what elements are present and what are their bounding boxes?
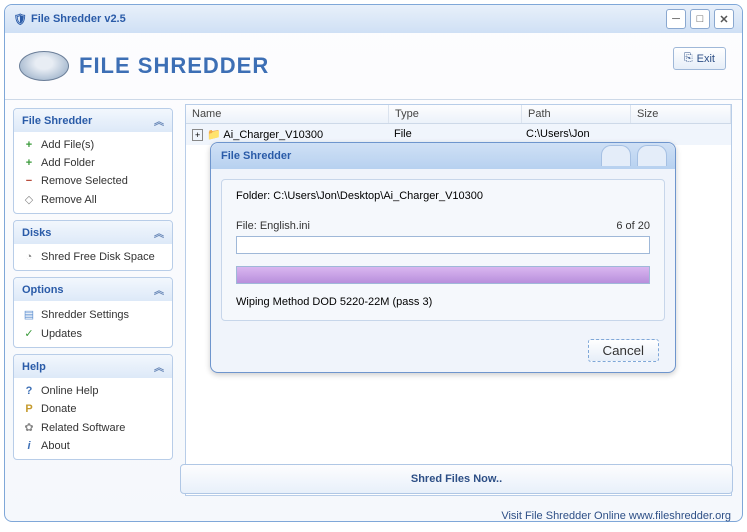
folder-label: Folder: C:\Users\Jon\Desktop\Ai_Charger_… [236,190,650,202]
donate-icon: P [22,403,36,415]
info-icon: i [22,440,36,452]
cell-size [628,126,731,143]
sidebar-item-remove-selected[interactable]: −Remove Selected [20,172,166,190]
progress-dialog: File Shredder Folder: C:\Users\Jon\Deskt… [210,142,676,373]
exit-icon: ⎘ [684,52,693,65]
cell-type: File [388,126,520,143]
check-icon: ✓ [22,327,36,340]
sidebar-item-remove-all[interactable]: ◇ Remove All [20,190,166,209]
logo-icon [19,51,69,81]
chevron-up-icon: ︽ [154,225,164,240]
maximize-button[interactable]: □ [690,9,710,29]
panel-title: Disks [22,227,51,239]
sidebar-item-donate[interactable]: P Donate [20,400,166,418]
eraser-icon: ◇ [22,193,36,206]
item-label: Remove All [41,194,97,206]
sidebar-item-shredder-settings[interactable]: ▤ Shredder Settings [20,305,166,324]
dialog-tab[interactable] [601,145,631,166]
file-label: File: English.ini [236,220,310,232]
sidebar-item-updates[interactable]: ✓ Updates [20,324,166,343]
panel-header[interactable]: Disks ︽ [14,221,172,244]
item-label: Online Help [41,385,98,397]
page-icon: ▤ [22,308,36,321]
sidebar-item-add-files[interactable]: + Add File(s) [20,136,166,154]
list-header: Name Type Path Size [186,105,731,124]
item-label: Add File(s) [41,139,94,151]
folder-icon: 📁 [207,129,221,141]
cell-name: + 📁 Ai_Charger_V10300 [186,126,388,143]
cell-path: C:\Users\Jon [520,126,628,143]
chevron-up-icon: ︽ [154,113,164,128]
dialog-body: Folder: C:\Users\Jon\Desktop\Ai_Charger_… [221,179,665,321]
help-icon: ? [22,385,36,397]
panel-header[interactable]: Options ︽ [14,278,172,301]
titlebar: 🛡 File Shredder v2.5 ─ □ ✕ [5,5,742,33]
chevron-up-icon: ︽ [154,282,164,297]
sidebar-item-add-folder[interactable]: + Add Folder [20,154,166,172]
file-count: 6 of 20 [616,220,650,232]
panel-header[interactable]: Help ︽ [14,355,172,378]
item-label: Shred Free Disk Space [41,251,155,263]
sidebar-item-about[interactable]: i About [20,437,166,455]
chevron-up-icon: ︽ [154,359,164,374]
sidebar-item-shred-free-space[interactable]: ◔ Shred Free Disk Space [20,248,166,266]
dialog-title: File Shredder [221,150,291,162]
panel-header[interactable]: File Shredder ︽ [14,109,172,132]
row-name: Ai_Charger_V10300 [223,129,323,141]
dialog-titlebar: File Shredder [211,143,675,169]
plus-icon: + [22,139,36,151]
panel-help: Help ︽ ? Online Help P Donate ✿ Related Sof… [13,354,173,460]
plus-icon: + [22,157,36,169]
item-label: Donate [41,403,76,415]
panel-title: Help [22,361,46,373]
item-label: Updates [41,328,82,340]
link-icon: ✿ [22,421,36,434]
item-label: Add Folder [41,157,95,169]
panel-file-shredder: File Shredder ︽ + Add File(s) + Add Folder… [13,108,173,214]
item-label: Remove Selected [41,175,128,187]
window-title: File Shredder v2.5 [31,13,126,25]
col-path[interactable]: Path [522,105,631,123]
exit-button[interactable]: ⎘ Exit [673,47,726,70]
panel-disks: Disks ︽ ◔ Shred Free Disk Space [13,220,173,271]
close-button[interactable]: ✕ [714,9,734,29]
logo-text: FILE SHREDDER [79,53,269,79]
sidebar: File Shredder ︽ + Add File(s) + Add Folder… [5,100,181,498]
col-name[interactable]: Name [186,105,389,123]
cancel-button[interactable]: Cancel [588,339,660,362]
col-type[interactable]: Type [389,105,522,123]
cancel-label: Cancel [603,343,645,358]
expand-icon[interactable]: + [192,129,203,141]
shred-label: Shred Files Now.. [411,473,502,485]
minimize-button[interactable]: ─ [666,9,686,29]
minus-icon: − [22,175,36,187]
panel-title: File Shredder [22,115,92,127]
sidebar-item-related-software[interactable]: ✿ Related Software [20,418,166,437]
method-label: Wiping Method DOD 5220-22M (pass 3) [236,296,650,308]
exit-label: Exit [697,53,715,65]
overall-progress-bar [236,266,650,284]
file-progress-bar [236,236,650,254]
header: FILE SHREDDER ⎘ Exit [5,33,742,100]
status-link[interactable]: Visit File Shredder Online www.fileshred… [501,510,731,522]
col-size[interactable]: Size [631,105,731,123]
item-label: About [41,440,70,452]
item-label: Related Software [41,422,125,434]
dialog-tab[interactable] [637,145,667,166]
panel-title: Options [22,284,64,296]
app-icon: 🛡 [13,13,27,26]
sidebar-item-online-help[interactable]: ? Online Help [20,382,166,400]
disk-icon: ◔ [22,251,36,263]
shred-files-button[interactable]: Shred Files Now.. [180,464,733,494]
item-label: Shredder Settings [41,309,129,321]
panel-options: Options ︽ ▤ Shredder Settings ✓ Updates [13,277,173,348]
